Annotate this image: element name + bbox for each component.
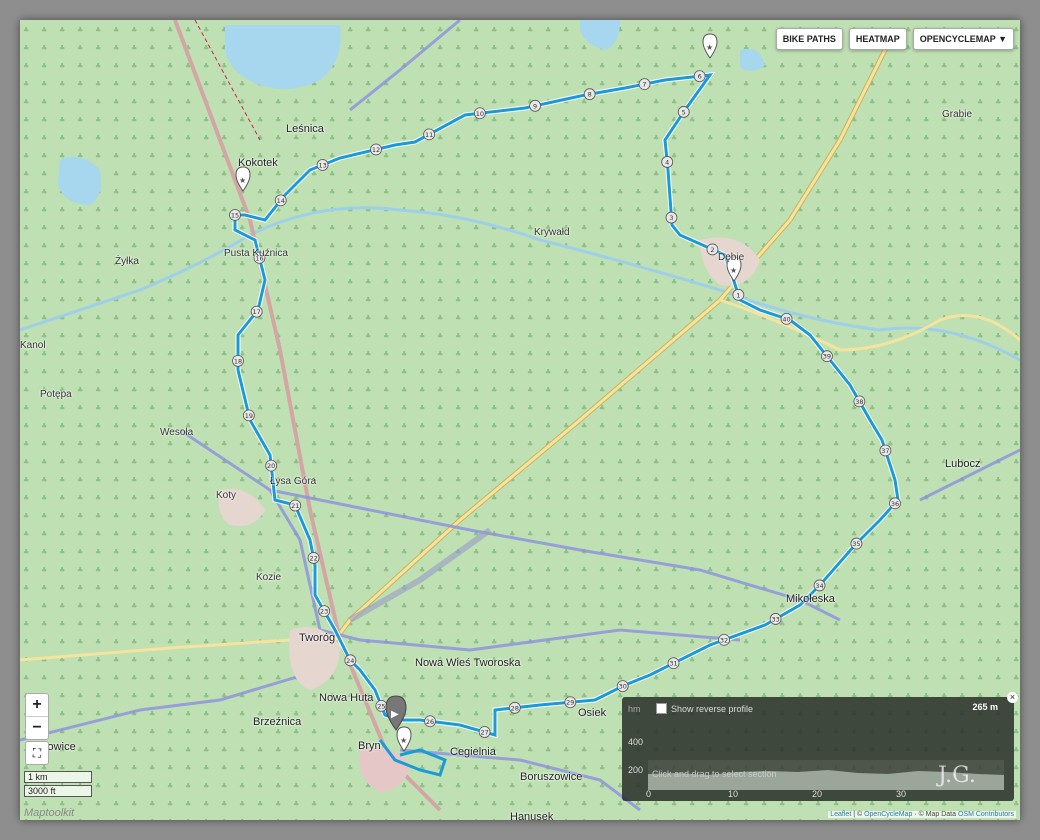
place-label: Cegielnia: [450, 746, 496, 758]
zoom-in-button[interactable]: +: [26, 694, 48, 717]
waypoint-number: 23: [320, 608, 328, 616]
profile-x-tick: 10: [728, 789, 739, 799]
waypoint-number: 3: [669, 214, 673, 222]
scale-bar: 1 km 3000 ft: [24, 771, 92, 799]
place-label: Boruszowice: [520, 771, 583, 783]
waypoint-number: 28: [511, 704, 519, 712]
waypoint-number: 7: [642, 81, 646, 89]
reverse-profile-label: Show reverse profile: [671, 703, 754, 714]
waypoint-number: 36: [891, 500, 899, 508]
place-label: Hanusek: [510, 811, 554, 820]
waypoint-number: 14: [277, 197, 285, 205]
place-label: Osiek: [578, 707, 607, 719]
profile-x-tick: 20: [812, 789, 823, 799]
waypoint-number: 4: [665, 158, 669, 166]
waypoint-number: 31: [669, 660, 677, 668]
place-label: Żyłka: [115, 256, 139, 267]
heatmap-button[interactable]: HEATMAP: [848, 28, 907, 50]
profile-hint: Click and drag to select section: [652, 769, 777, 779]
place-label: Kozie: [256, 572, 282, 583]
zoom-control: + −: [25, 693, 49, 740]
scale-metric: 1 km: [24, 771, 92, 783]
profile-max-label: 265 m: [972, 702, 998, 712]
place-label: Kanol: [20, 340, 46, 351]
ocm-link[interactable]: OpenCycleMap: [864, 811, 912, 818]
waypoint-number: 20: [267, 462, 275, 470]
svg-text:★: ★: [730, 266, 737, 275]
place-label: Tworóg: [299, 632, 336, 644]
waypoint-number: 38: [855, 398, 863, 406]
place-label: Łysa Góra: [270, 476, 317, 487]
profile-x-tick: 30: [896, 789, 907, 799]
place-label: Nowa Huta: [319, 692, 374, 704]
leaflet-link[interactable]: Leaflet: [830, 811, 851, 818]
place-label: Mikołeska: [786, 593, 835, 605]
waypoint-number: 34: [815, 582, 823, 590]
waypoint-number: 9: [533, 102, 537, 110]
waypoint-number: 13: [318, 161, 326, 169]
close-icon[interactable]: ×: [1007, 692, 1018, 703]
place-label: Brzeźnica: [253, 716, 302, 728]
profile-y-tick: 200: [628, 765, 644, 775]
waypoint-number: 37: [881, 447, 889, 455]
place-label: Kokotek: [238, 157, 278, 169]
waypoint-number: 1: [736, 291, 740, 299]
place-label: Lubocz: [945, 458, 981, 470]
place-label: Nowa Wieś Tworoska: [415, 657, 521, 669]
svg-text:★: ★: [239, 176, 246, 185]
layer-select-button[interactable]: OPENCYCLEMAP ▼: [912, 28, 1014, 50]
waypoint-number: 39: [823, 353, 831, 361]
place-label: Pusta Kuźnica: [224, 248, 288, 259]
waypoint-number: 30: [619, 683, 627, 691]
waypoint-number: 26: [426, 718, 434, 726]
profile-x-tick: 0: [646, 789, 652, 799]
waypoint-number: 32: [720, 636, 728, 644]
signature: J.G.: [938, 763, 976, 788]
scale-imperial: 3000 ft: [24, 785, 92, 797]
waypoint-number: 33: [771, 615, 779, 623]
waypoint-number: 8: [588, 91, 592, 99]
waypoint-number: 11: [425, 131, 433, 139]
waypoint-number: 2: [710, 246, 714, 254]
place-label: Bryn: [358, 740, 381, 752]
waypoint-number: 5: [682, 108, 686, 116]
waypoint-number: 22: [309, 554, 317, 562]
fullscreen-icon[interactable]: ⛶: [25, 741, 49, 765]
waypoint-number: 35: [852, 540, 860, 548]
place-label: Grabie: [942, 109, 973, 120]
svg-text:▶: ▶: [391, 709, 399, 720]
waypoint-number: 21: [291, 502, 299, 510]
place-label: Dębie: [718, 252, 745, 263]
place-label: Leśnica: [286, 123, 324, 135]
waypoint-number: 18: [234, 357, 242, 365]
place-label: Koty: [216, 490, 237, 501]
place-label: Krywałd: [534, 227, 570, 238]
waypoint-number: 24: [346, 657, 354, 665]
waypoint-number: 12: [372, 146, 380, 154]
profile-y-tick: 400: [628, 737, 644, 747]
osm-link[interactable]: OSM Contributors: [958, 811, 1014, 818]
waypoint-number: 40: [782, 315, 790, 323]
waypoint-number: 25: [377, 702, 385, 710]
svg-text:★: ★: [400, 736, 407, 745]
map-viewport[interactable]: ♣ 1234: [20, 20, 1020, 820]
watermark: Maptoolkit: [24, 807, 75, 819]
place-label: Wesoła: [160, 427, 194, 438]
reverse-profile-toggle[interactable]: Show reverse profile: [656, 703, 753, 714]
waypoint-number: 19: [245, 412, 253, 420]
map-toolbar: BIKE PATHS HEATMAP OPENCYCLEMAP ▼: [775, 28, 1014, 50]
waypoint-number: 10: [476, 110, 484, 118]
place-label: Potępa: [40, 389, 72, 400]
waypoint-number: 17: [253, 308, 261, 316]
bike-paths-button[interactable]: BIKE PATHS: [775, 28, 843, 50]
attribution: Leaflet | © OpenCycleMap · © Map Data OS…: [828, 811, 1016, 818]
profile-unit: hm: [628, 704, 641, 714]
reverse-profile-checkbox[interactable]: [656, 703, 667, 714]
waypoint-number: 29: [566, 699, 574, 707]
waypoint-number: 27: [480, 729, 488, 737]
waypoint-number: 15: [231, 212, 239, 220]
waypoint-number: 6: [698, 73, 702, 81]
svg-text:★: ★: [706, 43, 713, 52]
zoom-out-button[interactable]: −: [26, 717, 48, 739]
